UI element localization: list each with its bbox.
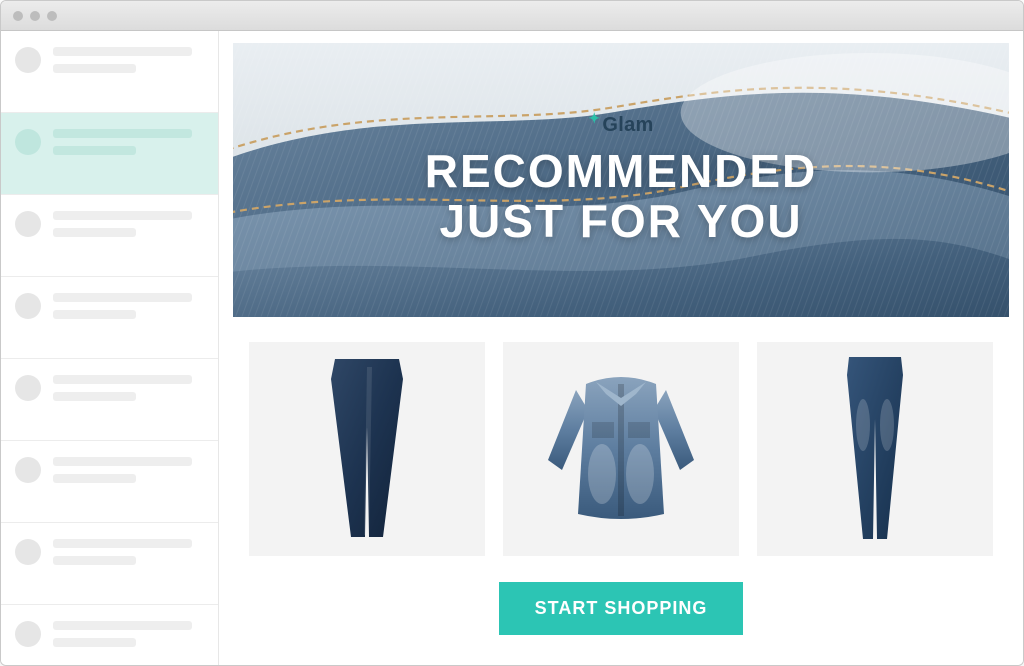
placeholder-line: [53, 146, 136, 155]
placeholder-line: [53, 64, 136, 73]
placeholder-line: [53, 228, 136, 237]
email-list-item-selected[interactable]: [1, 113, 218, 195]
placeholder-line: [53, 293, 192, 302]
window-control-close[interactable]: [13, 11, 23, 21]
placeholder-line: [53, 392, 136, 401]
avatar: [15, 129, 41, 155]
sparkle-icon: ✦: [588, 110, 600, 126]
brand-logo: ✦Glam: [425, 114, 818, 137]
avatar: [15, 293, 41, 319]
product-card[interactable]: [503, 342, 739, 556]
product-card[interactable]: [249, 342, 485, 556]
placeholder-line: [53, 211, 192, 220]
email-list-item[interactable]: [1, 523, 218, 605]
placeholder-line: [53, 47, 192, 56]
placeholder-line: [53, 375, 192, 384]
placeholder-line: [53, 556, 136, 565]
brand-name: Glam: [602, 114, 653, 136]
skinny-jeans-icon: [833, 355, 917, 543]
hero-line-1: RECOMMENDED: [425, 147, 818, 197]
window-control-minimize[interactable]: [30, 11, 40, 21]
browser-window: ✦Glam RECOMMENDED JUST FOR YOU: [0, 0, 1024, 666]
email-list-sidebar: [1, 31, 219, 665]
email-list-item[interactable]: [1, 277, 218, 359]
email-list-item[interactable]: [1, 195, 218, 277]
avatar: [15, 621, 41, 647]
email-list-item[interactable]: [1, 359, 218, 441]
email-list-item[interactable]: [1, 31, 218, 113]
avatar: [15, 47, 41, 73]
placeholder-line: [53, 129, 192, 138]
denim-jacket-icon: [536, 364, 706, 534]
placeholder-line: [53, 638, 136, 647]
avatar: [15, 457, 41, 483]
window-titlebar: [1, 1, 1023, 31]
placeholder-line: [53, 539, 192, 548]
email-list-item[interactable]: [1, 441, 218, 523]
email-preview-pane: ✦Glam RECOMMENDED JUST FOR YOU: [219, 31, 1023, 665]
product-card[interactable]: [757, 342, 993, 556]
hero-banner: ✦Glam RECOMMENDED JUST FOR YOU: [233, 43, 1009, 318]
placeholder-line: [53, 474, 136, 483]
hero-line-2: JUST FOR YOU: [425, 197, 818, 247]
hero-headline: RECOMMENDED JUST FOR YOU: [425, 147, 818, 246]
placeholder-line: [53, 310, 136, 319]
jeans-icon: [317, 357, 417, 542]
avatar: [15, 539, 41, 565]
placeholder-line: [53, 621, 192, 630]
avatar: [15, 211, 41, 237]
window-control-zoom[interactable]: [47, 11, 57, 21]
email-list-item[interactable]: [1, 605, 218, 665]
product-row: [233, 342, 1009, 556]
start-shopping-button[interactable]: START SHOPPING: [499, 582, 744, 635]
placeholder-line: [53, 457, 192, 466]
avatar: [15, 375, 41, 401]
